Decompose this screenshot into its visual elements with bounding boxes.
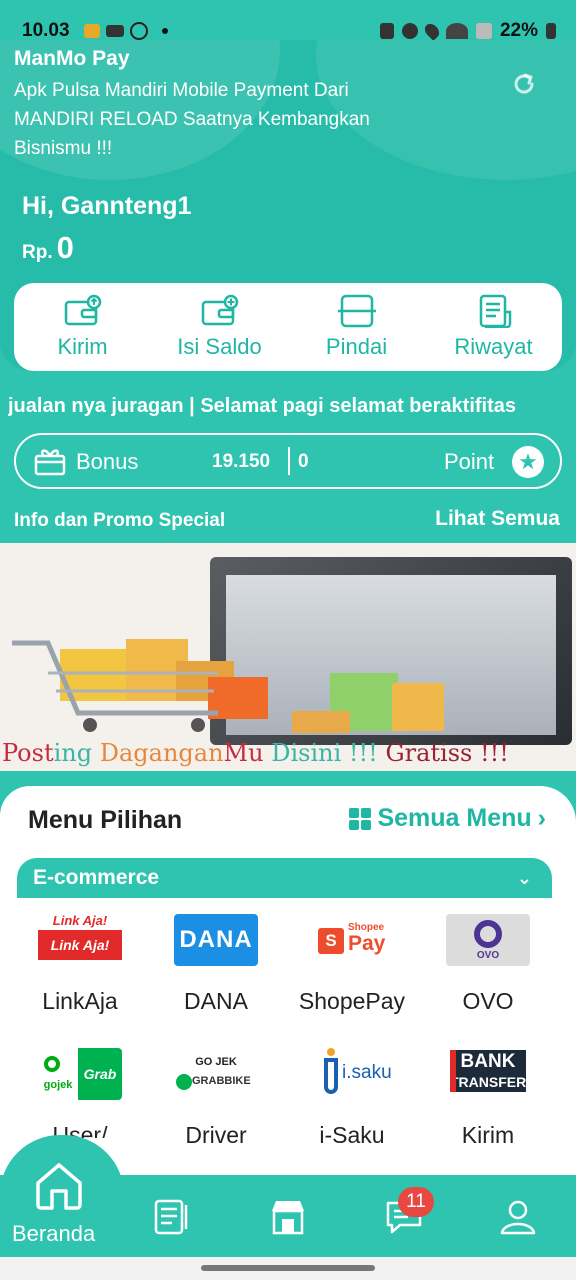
isaku-logo: i.saku <box>310 1048 394 1100</box>
home-gesture-handle[interactable] <box>201 1265 375 1271</box>
shopeepay-logo: S Shopee Pay <box>310 914 394 966</box>
menu-item-label: Driver <box>185 1122 247 1148</box>
notification-icons <box>84 22 168 40</box>
pindai-label: Pindai <box>325 334 388 359</box>
scan-icon <box>337 294 376 328</box>
gojek-grabbike-logo: GO JEK GRABBIKE <box>174 1048 258 1100</box>
menu-item-label: Kirim <box>461 1122 515 1148</box>
alarm-icon <box>379 23 394 39</box>
quick-actions: Kirim Isi Saldo Pindai Riwayat <box>14 283 562 371</box>
category-ecommerce-header[interactable]: E-commerce ⌄ <box>17 858 552 898</box>
gojek-grab-logo: gojek Grab <box>38 1048 122 1100</box>
topup-wallet-icon <box>201 294 238 326</box>
point-label: Point <box>444 449 495 474</box>
menu-item-bank-transfer[interactable]: BANK TRANSFER Kirim <box>418 1048 558 1149</box>
riwayat-button[interactable]: Riwayat <box>425 283 562 371</box>
gift-icon <box>34 449 66 476</box>
signal-icon <box>475 23 492 39</box>
menu-item-label: i-Saku <box>319 1122 385 1148</box>
menu-item-dana[interactable]: DANA DANA <box>146 914 286 1015</box>
isi-saldo-button[interactable]: Isi Saldo <box>151 283 288 371</box>
wifi-icon <box>445 23 468 39</box>
menu-item-label: ShopePay <box>298 988 406 1014</box>
chevron-right-icon: › <box>537 804 546 832</box>
greeting: Hi, Gannteng1 <box>22 192 192 220</box>
dana-logo: DANA <box>174 914 258 966</box>
battery-icon <box>546 23 556 39</box>
isi-saldo-label: Isi Saldo <box>177 334 262 359</box>
point-value: 0 <box>298 451 309 472</box>
shopping-cart-image <box>12 639 268 732</box>
transactions-icon[interactable] <box>152 1197 192 1237</box>
menu-item-label: LinkAja <box>42 988 118 1014</box>
ovo-logo: OVO <box>446 914 530 966</box>
bonus-point-bar[interactable]: Bonus 19.150 0 Point ★ <box>14 433 562 489</box>
shopping-bag-image <box>392 683 444 731</box>
app-notification-icon <box>84 24 100 38</box>
kirim-button[interactable]: Kirim <box>14 283 151 371</box>
all-menu-button[interactable]: Semua Menu › <box>349 804 546 833</box>
pindai-button[interactable]: Pindai <box>288 283 425 371</box>
system-navigation-bar <box>0 1257 576 1280</box>
bonus-value: 19.150 <box>212 451 271 472</box>
send-wallet-icon <box>64 294 101 326</box>
riwayat-label: Riwayat <box>454 334 533 359</box>
home-icon <box>36 1163 82 1210</box>
balance: Rp. 0 <box>22 230 74 266</box>
more-notifications-dot <box>162 28 168 34</box>
menu-item-isaku[interactable]: i.saku i-Saku <box>282 1048 422 1149</box>
divider <box>288 447 290 475</box>
app-tagline: Apk Pulsa Mandiri Mobile Payment Dari MA… <box>14 80 370 159</box>
promo-banner[interactable]: Posting DaganganMu Disini !!! Gratiss !!… <box>0 543 576 771</box>
profile-icon[interactable] <box>498 1197 538 1237</box>
clock-icon <box>401 23 418 39</box>
bonus-label: Bonus <box>76 449 139 474</box>
menu-item-shopeepay[interactable]: S Shopee Pay ShopePay <box>282 914 422 1015</box>
video-icon <box>106 25 124 37</box>
shopping-bag-image <box>292 711 350 733</box>
all-menu-label: Semua Menu <box>377 804 532 832</box>
kirim-label: Kirim <box>57 334 108 359</box>
grid-icon <box>349 807 372 830</box>
banner-caption: Posting DaganganMu Disini !!! Gratiss !!… <box>2 739 509 767</box>
whatsapp-icon <box>130 22 148 40</box>
menu-item-label: OVO <box>462 988 514 1014</box>
star-icon: ★ <box>512 446 544 478</box>
linkaja-logo: Link Aja! Link Aja! <box>38 914 122 966</box>
running-text: jualan nya juragan | Selamat pagi selama… <box>8 395 517 417</box>
menu-item-user[interactable]: gojek Grab User/ <box>10 1048 150 1138</box>
balance-currency: Rp. <box>22 242 53 263</box>
chevron-down-icon: ⌄ <box>516 868 532 888</box>
nav-home[interactable]: Beranda <box>0 1135 124 1257</box>
status-bar: 10.03 22% <box>0 0 576 44</box>
balance-amount: 0 <box>56 230 74 265</box>
menu-title: Menu Pilihan <box>28 806 183 834</box>
status-time: 10.03 <box>22 20 70 41</box>
location-icon <box>422 21 442 41</box>
promo-title: Info dan Promo Special <box>14 510 226 531</box>
chat-badge: 11 <box>398 1187 434 1217</box>
menu-item-linkaja[interactable]: Link Aja! Link Aja! LinkAja <box>10 914 150 1015</box>
history-icon <box>479 294 511 328</box>
menu-item-label: User/ <box>52 1122 108 1138</box>
refresh-icon[interactable] <box>510 70 538 98</box>
menu-item-driver[interactable]: GO JEK GRABBIKE Driver <box>146 1048 286 1149</box>
menu-item-label: DANA <box>184 988 248 1014</box>
nav-home-label: Beranda <box>12 1221 96 1246</box>
category-label: E-commerce <box>33 866 160 889</box>
bottom-navigation: Beranda 11 <box>0 1135 576 1257</box>
app-name: ManMo Pay <box>14 47 130 70</box>
battery-text: 22% <box>499 20 538 41</box>
store-icon[interactable] <box>268 1197 308 1237</box>
menu-item-ovo[interactable]: OVO OVO <box>418 914 558 1015</box>
promo-see-all-link[interactable]: Lihat Semua <box>435 507 560 531</box>
bank-transfer-logo: BANK TRANSFER <box>446 1048 530 1100</box>
system-icons: 22% <box>379 20 556 42</box>
